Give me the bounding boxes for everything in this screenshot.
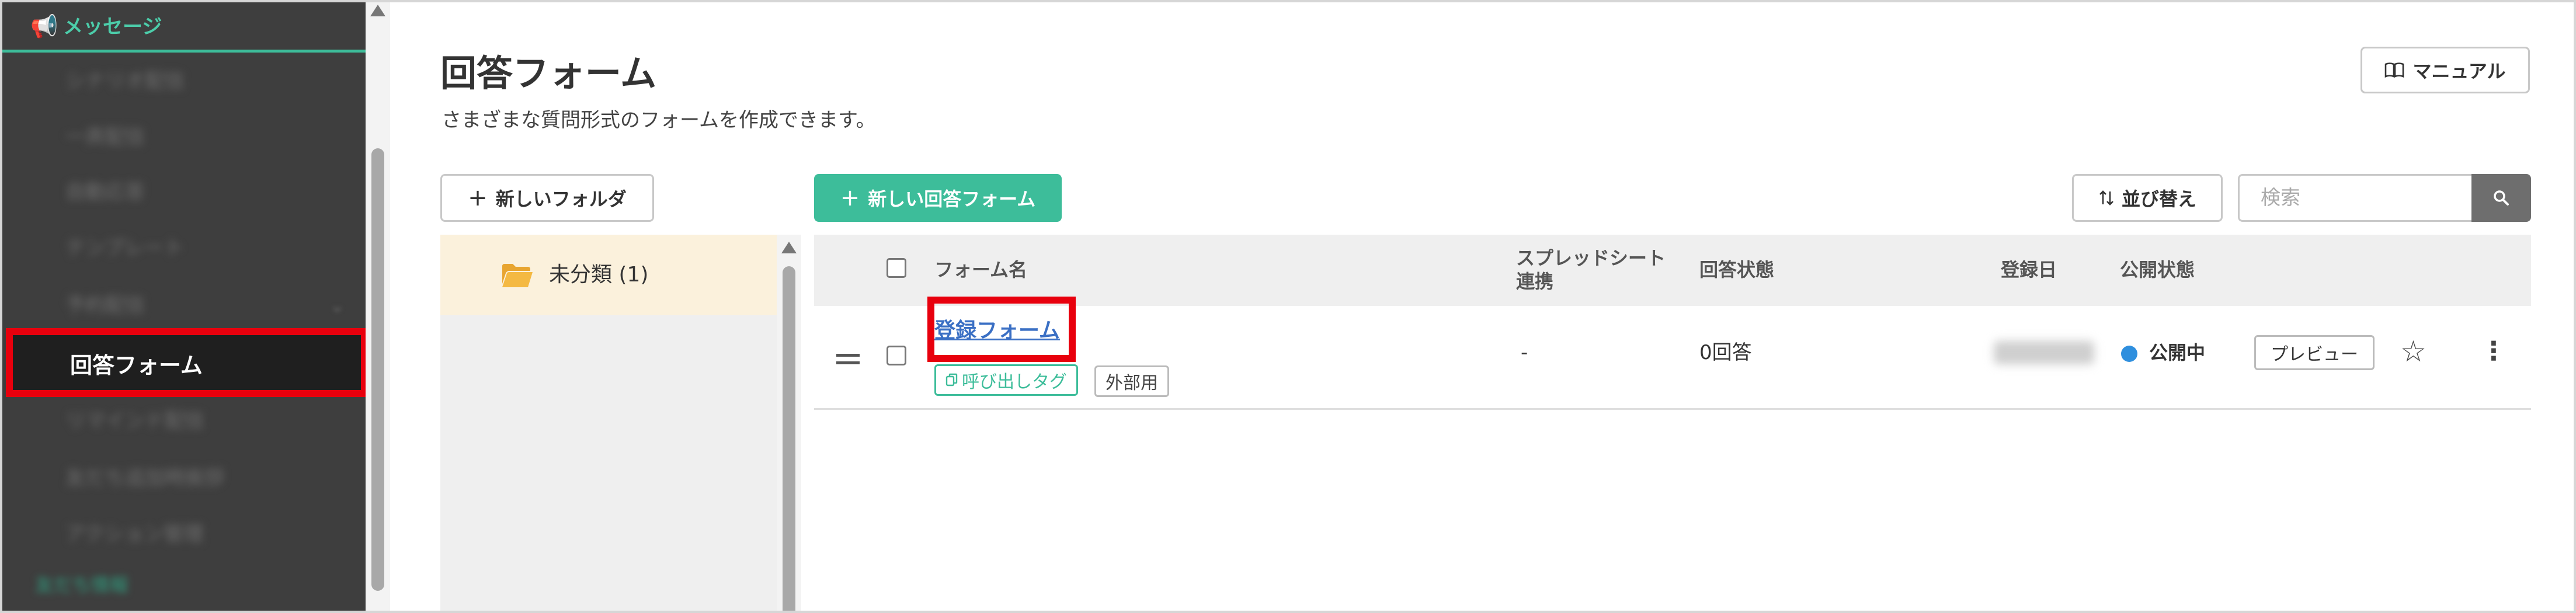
table-row: 登録フォーム 呼び出しタグ 外部用 - 0回答 公開中 プレビュー ☆ ⋮ [814,297,2531,410]
sidebar-item-blurred[interactable]: リマインド配信 [65,407,204,434]
scrollbar-thumb[interactable] [783,266,795,611]
folder-panel: 未分類 (1) [440,235,777,611]
preview-button[interactable]: プレビュー [2254,335,2375,370]
sidebar-item-blurred[interactable]: シナリオ配信 [65,68,185,95]
sidebar-section-messages[interactable]: 📢 メッセージ [2,2,366,53]
book-icon [2385,62,2404,78]
answer-count: 0回答 [1699,341,1752,364]
registered-date-blurred [1994,341,2094,364]
table-header: フォーム名 スプレッドシート 連携 回答状態 登録日 公開状態 [814,235,2531,306]
sidebar-item-label: 回答フォーム [70,353,203,378]
sidebar-item-blurred[interactable]: 一斉配信 [65,124,145,151]
plus-icon: + [468,184,488,211]
sidebar-item-blurred[interactable]: 自動応答 [65,179,145,206]
sidebar-item-blurred[interactable]: テンプレート [65,235,184,262]
column-header-registered-date[interactable]: 登録日 [2001,258,2057,281]
scrollbar-thumb[interactable] [371,148,384,591]
folder-scrollbar[interactable] [777,235,801,611]
page-title: 回答フォーム [440,52,657,95]
more-options-icon[interactable]: ⋮ [2481,334,2507,369]
copy-icon [945,373,958,386]
sidebar: 📢 メッセージ シナリオ配信 一斉配信 自動応答 テンプレート 予約配信 ⌄ 回… [2,2,368,611]
manual-button[interactable]: マニュアル [2361,47,2530,93]
search-input[interactable] [2238,174,2473,222]
sort-button[interactable]: 並び替え [2072,174,2223,222]
select-all-checkbox[interactable] [887,258,906,278]
new-folder-label: 新しいフォルダ [495,188,627,210]
search-icon [2494,190,2509,206]
sidebar-item-answer-form[interactable]: 回答フォーム [6,328,368,397]
column-header-form-name[interactable]: フォーム名 [934,258,1027,281]
column-header-spreadsheet-line2: 連携 [1516,270,1554,292]
external-tag[interactable]: 外部用 [1094,365,1169,397]
page-scrollbar[interactable] [366,2,390,611]
megaphone-icon: 📢 [30,13,58,39]
column-header-spreadsheet-line1: スプレッドシート [1516,247,1666,269]
drag-handle-icon[interactable] [836,354,860,364]
form-name-link[interactable]: 登録フォーム [934,318,1060,344]
sort-icon [2099,190,2113,206]
publish-status-label: 公開中 [2149,342,2206,364]
column-header-spreadsheet[interactable]: スプレッドシート 連携 [1516,246,1666,293]
status-dot-icon [2121,346,2137,362]
new-folder-button[interactable]: + 新しいフォルダ [440,174,654,222]
search-button[interactable] [2471,174,2531,222]
sidebar-item-blurred[interactable]: 予約配信 [65,292,145,319]
spreadsheet-value: - [1521,341,1528,364]
column-header-answer-status[interactable]: 回答状態 [1699,258,1774,281]
star-icon[interactable]: ☆ [2400,334,2426,369]
call-tag-button[interactable]: 呼び出しタグ [934,364,1078,396]
folder-label: 未分類 (1) [549,263,649,287]
column-header-publish-status[interactable]: 公開状態 [2120,258,2195,281]
new-form-label: 新しい回答フォーム [868,188,1036,210]
sidebar-item-blurred[interactable]: 友だち追加時挨拶 [65,465,224,492]
sort-label: 並び替え [2121,188,2196,210]
row-checkbox[interactable] [887,346,906,365]
sidebar-item-blurred[interactable]: アクション管理 [65,521,203,548]
call-tag-label: 呼び出しタグ [962,372,1067,392]
plus-icon: + [840,184,860,211]
folder-open-icon [502,264,533,287]
page-subtitle: さまざまな質問形式のフォームを作成できます。 [441,109,876,132]
sidebar-section-blurred[interactable]: 友だち情報 [35,572,128,598]
app-window: 📢 メッセージ シナリオ配信 一斉配信 自動応答 テンプレート 予約配信 ⌄ 回… [0,0,2576,613]
scroll-up-arrow-icon[interactable] [370,5,385,16]
manual-button-label: マニュアル [2412,60,2506,82]
sidebar-section-label: メッセージ [63,15,162,39]
folder-item-uncategorized[interactable]: 未分類 (1) [440,235,777,315]
scroll-up-arrow-icon[interactable] [781,242,797,253]
new-answer-form-button[interactable]: + 新しい回答フォーム [814,174,1062,222]
chevron-down-icon: ⌄ [329,294,345,316]
